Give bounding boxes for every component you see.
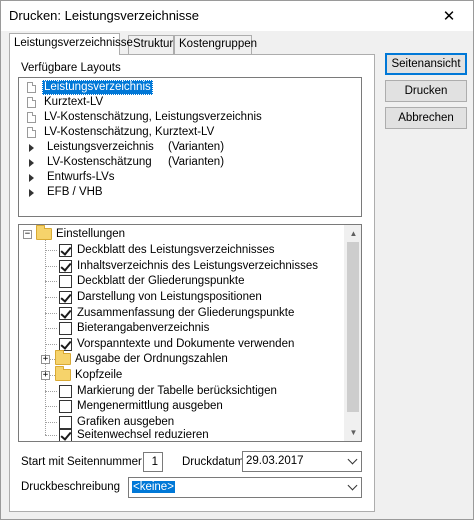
tree-line — [45, 328, 57, 329]
start-page-input[interactable]: 1 — [143, 452, 163, 472]
document-icon — [27, 82, 36, 93]
tree-line — [45, 250, 57, 251]
settings-tree[interactable]: − Einstellungen Deckblatt des Leistungsv… — [18, 224, 362, 442]
expand-icon[interactable]: + — [41, 370, 50, 380]
tree-item[interactable]: Bieterangabenverzeichnis — [59, 320, 209, 336]
tree-scrollbar[interactable]: ▲ ▼ — [344, 225, 361, 441]
tree-line — [45, 281, 57, 282]
tree-folder-kopfzeile[interactable]: + Kopfzeile — [41, 366, 122, 383]
checkbox[interactable] — [59, 399, 72, 413]
collapse-icon[interactable]: − — [23, 229, 32, 239]
checkbox[interactable] — [59, 337, 72, 351]
cancel-button[interactable]: Abbrechen — [385, 107, 467, 129]
expand-arrow-icon[interactable] — [29, 188, 34, 197]
chevron-down-icon[interactable] — [343, 478, 361, 497]
layout-item[interactable]: Leistungsverzeichnis — [21, 80, 153, 95]
print-date-picker[interactable]: 29.03.2017 — [242, 451, 362, 472]
tree-item[interactable]: Deckblatt des Leistungsverzeichnisses — [59, 242, 275, 258]
expand-icon[interactable]: + — [41, 354, 50, 364]
checkbox[interactable] — [59, 243, 72, 257]
checkbox[interactable] — [59, 384, 72, 398]
tree-item[interactable]: Seitenwechsel reduzieren — [59, 427, 209, 441]
expand-arrow-icon[interactable] — [29, 158, 34, 167]
expand-arrow-icon[interactable] — [29, 143, 34, 152]
tree-line — [45, 313, 57, 314]
close-icon[interactable]: ✕ — [427, 1, 471, 30]
scrollbar-thumb[interactable] — [347, 242, 359, 412]
print-description-select[interactable]: <keine> — [128, 477, 362, 498]
layout-item[interactable]: LV-Kostenschätzung, Leistungsverzeichnis — [21, 110, 264, 125]
scroll-up-icon[interactable]: ▲ — [345, 225, 361, 242]
tree-line — [45, 422, 57, 423]
checkbox[interactable] — [59, 274, 72, 288]
tree-folder-ordnungszahlen[interactable]: + Ausgabe der Ordnungszahlen — [41, 350, 228, 367]
layout-group[interactable]: Entwurfs-LVs — [21, 170, 117, 185]
layouts-list[interactable]: Leistungsverzeichnis Kurztext-LV LV-Kost… — [18, 77, 362, 217]
document-icon — [27, 127, 36, 138]
expand-arrow-icon[interactable] — [29, 173, 34, 182]
document-icon — [27, 112, 36, 123]
tab-leistungsverzeichnisse[interactable]: Leistungsverzeichnisse — [9, 33, 133, 55]
layout-item[interactable]: LV-Kostenschätzung, Kurztext-LV — [21, 125, 216, 140]
tree-item[interactable]: Deckblatt der Gliederungspunkte — [59, 273, 245, 289]
folder-icon — [55, 366, 71, 381]
checkbox[interactable] — [59, 321, 72, 335]
print-description-label: Druckbeschreibung — [21, 481, 121, 493]
folder-icon — [36, 225, 52, 240]
tree-line — [45, 297, 57, 298]
window-title: Drucken: Leistungsverzeichnisse — [9, 8, 200, 23]
tree-line — [45, 435, 57, 436]
tree-item[interactable]: Inhaltsverzeichnis des Leistungsverzeich… — [59, 258, 318, 274]
tree-item[interactable]: Markierung der Tabelle berücksichtigen — [59, 383, 277, 399]
tree-line — [45, 266, 57, 267]
tab-kostengruppen[interactable]: Kostengruppen — [174, 35, 257, 54]
title-bar: Drucken: Leistungsverzeichnisse ✕ — [1, 1, 473, 31]
preview-button[interactable]: Seitenansicht — [385, 53, 467, 75]
print-button[interactable]: Drucken — [385, 80, 467, 102]
layout-group[interactable]: LV-Kostenschätzung (Varianten) — [21, 155, 321, 170]
tree-root-einstellungen[interactable]: − Einstellungen — [23, 225, 125, 242]
scroll-down-icon[interactable]: ▼ — [345, 424, 361, 441]
checkbox[interactable] — [59, 306, 72, 320]
layout-group[interactable]: Leistungsverzeichnis (Varianten) — [21, 140, 321, 155]
checkbox[interactable] — [59, 259, 72, 273]
layout-group[interactable]: EFB / VHB — [21, 185, 105, 200]
tree-line — [45, 344, 57, 345]
tree-line — [45, 391, 57, 392]
print-dialog: Drucken: Leistungsverzeichnisse ✕ Leistu… — [0, 0, 474, 520]
print-date-label: Druckdatum — [182, 456, 244, 468]
checkbox[interactable] — [59, 428, 72, 441]
tree-item[interactable]: Zusammenfassung der Gliederungspunkte — [59, 305, 294, 321]
tree-line — [45, 406, 57, 407]
folder-icon — [55, 350, 71, 365]
checkbox[interactable] — [59, 290, 72, 304]
tree-item[interactable]: Mengenermittlung ausgeben — [59, 398, 223, 414]
tree-item[interactable]: Vorspanntexte und Dokumente verwenden — [59, 336, 294, 352]
tree-item[interactable]: Darstellung von Leistungspositionen — [59, 289, 262, 305]
layouts-label: Verfügbare Layouts — [21, 62, 121, 74]
layout-item[interactable]: Kurztext-LV — [21, 95, 105, 110]
tab-struktur[interactable]: Struktur — [128, 35, 174, 54]
start-page-label: Start mit Seitennummer — [21, 456, 142, 468]
chevron-down-icon[interactable] — [343, 452, 361, 471]
document-icon — [27, 97, 36, 108]
